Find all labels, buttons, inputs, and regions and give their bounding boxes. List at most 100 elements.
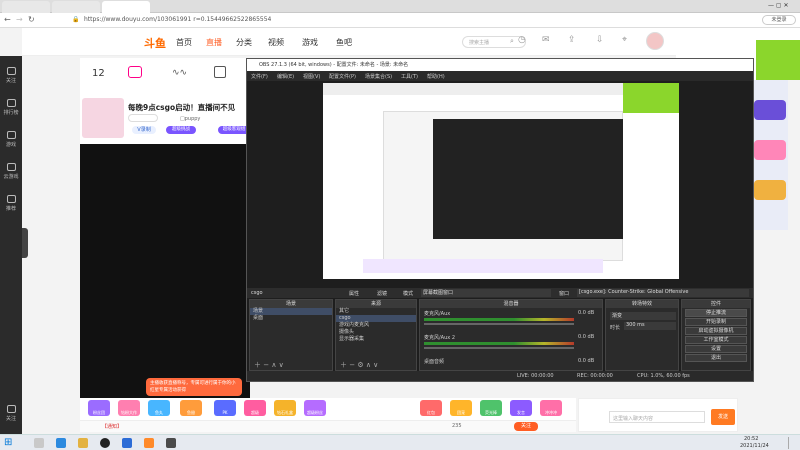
window-select[interactable]: [csgo.exe]: Counter-Strike: Global Offen… <box>577 289 749 297</box>
gift-item[interactable]: 团宠 <box>450 400 472 416</box>
browser-tab[interactable] <box>52 1 100 13</box>
sidebar-item-follow[interactable]: 关注 <box>0 62 22 92</box>
video-player[interactable] <box>80 144 250 398</box>
record-tag[interactable]: V录制 <box>132 126 156 134</box>
obs-menu-scenes[interactable]: 场景集合(S) <box>365 73 392 80</box>
follow-button[interactable]: 关注 <box>514 422 538 431</box>
upload-icon[interactable]: ⇪ <box>568 35 576 45</box>
start-recording-button[interactable]: 开始录制 <box>685 318 747 326</box>
streamer-avatar[interactable] <box>82 98 124 138</box>
obs-menu-help[interactable]: 帮助(H) <box>427 73 445 80</box>
source-controls[interactable]: ＋ − ⚙ ∧ ∨ <box>340 360 378 370</box>
gift-item[interactable]: 鱼翅 <box>180 400 202 416</box>
duration-input[interactable]: 300 ms <box>624 322 676 330</box>
gift-item[interactable]: 钻粉大作 <box>118 400 140 416</box>
notification-toast[interactable]: 主播收获直播称号，专属可进行属于你的小红星专属活动获得 <box>146 378 242 396</box>
scene-item[interactable]: 桌面 <box>250 315 332 322</box>
obs-menu-file[interactable]: 文件(F) <box>251 73 268 80</box>
promo-card[interactable] <box>754 140 786 160</box>
virtual-camera-button[interactable]: 启动虚拟摄像机 <box>685 327 747 335</box>
capture-mode-select[interactable]: 屏幕截图窗口 <box>421 289 551 297</box>
gift-item[interactable]: 鱼丸 <box>148 400 170 416</box>
mode-button[interactable]: 模式 <box>403 290 413 297</box>
obs-icon[interactable] <box>100 438 110 448</box>
obs-menu-profile[interactable]: 配置文件(P) <box>329 73 356 80</box>
scene-controls[interactable]: ＋ − ∧ ∨ <box>254 360 284 370</box>
gift-item[interactable]: 超级粉丝 <box>304 400 326 416</box>
exit-button[interactable]: 退出 <box>685 354 747 362</box>
history-icon[interactable]: ◷ <box>518 35 526 45</box>
sidebar-item-game[interactable]: 游戏 <box>0 126 22 156</box>
badge-1[interactable]: 超级挑战 <box>166 126 196 134</box>
promo-card[interactable] <box>754 100 786 120</box>
transition-select[interactable]: 渐变 <box>610 312 676 320</box>
sidebar-collapse-handle[interactable] <box>22 228 28 258</box>
window-controls[interactable]: — ▢ ✕ <box>768 2 796 11</box>
reload-icon[interactable]: ↻ <box>28 15 35 24</box>
app-icon[interactable] <box>122 438 132 448</box>
notice-label[interactable]: 【通知】 <box>102 423 122 430</box>
sidebar-item-recommend[interactable]: 推荐 <box>0 190 22 220</box>
scene-item[interactable]: 场景 <box>250 308 332 315</box>
app-icon[interactable] <box>166 438 176 448</box>
waveform-icon[interactable]: ∿∿ <box>172 68 188 78</box>
gift-item[interactable]: 粉丝团 <box>88 400 110 416</box>
back-icon[interactable]: ← <box>4 15 11 24</box>
sidebar-item-ranking[interactable]: 排行榜 <box>0 94 22 124</box>
search-icon[interactable] <box>34 438 44 448</box>
gift-item[interactable]: 荧光棒 <box>480 400 502 416</box>
gift-item[interactable]: 红包 <box>420 400 442 416</box>
filters-button[interactable]: 滤镜 <box>377 290 387 297</box>
category-tag[interactable] <box>128 114 158 122</box>
obs-menu-view[interactable]: 视图(V) <box>303 73 320 80</box>
nav-fishbar[interactable]: 鱼吧 <box>336 37 352 48</box>
gift-item[interactable]: 冲冲冲 <box>540 400 562 416</box>
folder-icon[interactable] <box>78 438 88 448</box>
windows-start-icon[interactable]: ⊞ <box>4 437 12 448</box>
obs-menu-tools[interactable]: 工具(T) <box>401 73 418 80</box>
source-item[interactable]: 其它 <box>336 308 416 315</box>
properties-button[interactable]: 属性 <box>349 290 359 297</box>
nav-video[interactable]: 视频 <box>268 37 284 48</box>
gift-icon[interactable] <box>128 66 142 78</box>
url-field[interactable]: https://www.douyu.com/103061991 r=0.1544… <box>84 15 604 25</box>
clock-date[interactable]: 2021/11/24 <box>740 443 769 449</box>
avatar[interactable] <box>646 32 664 50</box>
nav-live[interactable]: 直播 <box>206 37 222 48</box>
gift-item[interactable]: 钻石礼盒 <box>274 400 296 416</box>
source-item[interactable]: 摄像头 <box>336 329 416 336</box>
nav-game[interactable]: 游戏 <box>302 37 318 48</box>
studio-mode-button[interactable]: 工作室模式 <box>685 336 747 344</box>
gift-item[interactable]: 发言 <box>510 400 532 416</box>
obs-preview[interactable] <box>323 83 679 279</box>
search-input[interactable]: 搜索主播 <box>462 36 526 48</box>
download-icon[interactable]: ⇩ <box>596 35 604 45</box>
streamer-name[interactable]: □puppy <box>180 116 200 122</box>
gift-item[interactable]: PK <box>214 400 236 416</box>
stop-streaming-button[interactable]: 停止推流 <box>685 309 747 317</box>
forward-icon[interactable]: → <box>16 15 23 24</box>
show-desktop-button[interactable] <box>788 437 796 449</box>
source-item[interactable]: 显示器采集 <box>336 336 416 343</box>
sidebar-item-cloudgame[interactable]: 云游戏 <box>0 158 22 188</box>
nav-category[interactable]: 分类 <box>236 37 252 48</box>
source-item[interactable]: csgo <box>336 315 416 322</box>
source-item[interactable]: 游戏内麦克风 <box>336 322 416 329</box>
chat-input[interactable]: 这里输入聊天内容 <box>609 411 705 423</box>
browser-tab[interactable] <box>2 1 50 13</box>
nav-home[interactable]: 首页 <box>176 37 192 48</box>
signin-button[interactable]: 未登录 <box>762 15 796 25</box>
gift-item[interactable]: 超级 <box>244 400 266 416</box>
browser-tab-active[interactable] <box>102 1 150 13</box>
clock-time[interactable]: 20:52 <box>744 436 758 442</box>
obs-menu-edit[interactable]: 编辑(E) <box>277 73 294 80</box>
mixer-volume-slider[interactable] <box>424 323 574 325</box>
task-icon[interactable] <box>214 66 226 78</box>
message-icon[interactable]: ✉ <box>542 35 550 45</box>
mixer-volume-slider[interactable] <box>424 347 574 349</box>
settings-button[interactable]: 设置 <box>685 345 747 353</box>
location-icon[interactable]: ⌖ <box>622 35 627 45</box>
sidebar-item-bottom[interactable]: 关注 <box>0 400 22 430</box>
promo-card[interactable] <box>754 180 786 200</box>
app-icon[interactable] <box>144 438 154 448</box>
